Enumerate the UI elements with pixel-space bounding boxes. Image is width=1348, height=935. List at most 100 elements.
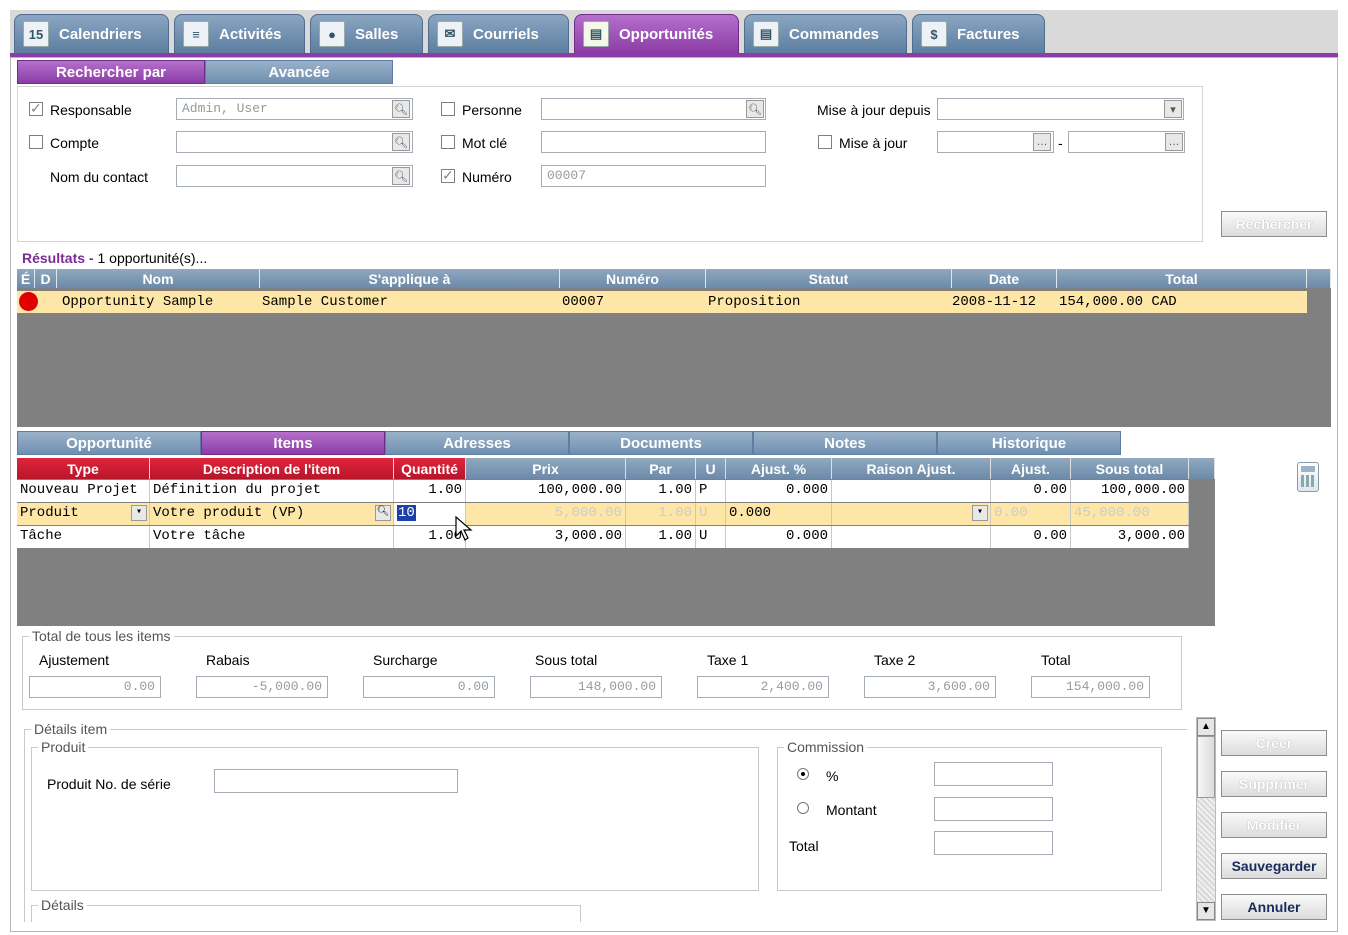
cell-date: 2008-11-12 — [952, 294, 1037, 310]
column-header-quantite[interactable]: Quantité — [394, 458, 466, 479]
column-header-d[interactable]: D — [35, 269, 57, 288]
taxe1-field: 2,400.00 — [697, 676, 829, 698]
maj-checkbox[interactable] — [818, 135, 832, 149]
cell-par[interactable]: 1.00 — [626, 503, 696, 525]
numero-checkbox[interactable] — [441, 167, 455, 184]
create-button[interactable]: Créer — [1221, 730, 1327, 756]
table-row[interactable]: Produit ▾ Votre produit (VP) 🔍︎ 10 5,000… — [17, 503, 1189, 525]
calendar-icon: 15 — [23, 21, 49, 47]
rechercher-button[interactable]: Rechercher — [1221, 211, 1327, 237]
type-select[interactable]: Produit ▾ — [17, 503, 150, 525]
responsable-checkbox[interactable] — [29, 100, 43, 117]
cell-prix: 3,000.00 — [466, 526, 626, 548]
tab-label: Courriels — [473, 25, 539, 43]
mot-cle-input[interactable] — [541, 131, 766, 153]
montant-radio[interactable] — [797, 802, 809, 814]
chevron-down-icon[interactable]: ▾ — [131, 505, 147, 521]
search-icon[interactable]: 🔍︎ — [392, 133, 410, 151]
column-header-type[interactable]: Type — [17, 458, 150, 479]
column-header-sous-total[interactable]: Sous total — [1071, 458, 1189, 479]
column-header-raison[interactable]: Raison Ajust. — [832, 458, 991, 479]
tab-opportunites[interactable]: ▤ Opportunités — [574, 14, 739, 54]
calculator-icon[interactable] — [1297, 462, 1319, 492]
personne-input[interactable] — [541, 98, 766, 120]
tab-salles[interactable]: ● Salles — [310, 14, 423, 54]
column-header-u[interactable]: U — [696, 458, 726, 479]
cell-u: U — [696, 526, 726, 548]
maj-depuis-select[interactable] — [937, 98, 1184, 120]
search-icon[interactable]: 🔍︎ — [392, 167, 410, 185]
column-header-numero[interactable]: Numéro — [560, 269, 706, 288]
date-picker-icon[interactable]: … — [1165, 133, 1183, 151]
tab-factures[interactable]: $ Factures — [912, 14, 1045, 54]
tab-courriels[interactable]: ✉ Courriels — [428, 14, 569, 54]
tab-activites[interactable]: ≡ Activités — [174, 14, 305, 54]
save-button[interactable]: Sauvegarder — [1221, 853, 1327, 879]
cell-par: 1.00 — [626, 526, 696, 548]
responsable-input[interactable]: Admin, User — [176, 98, 413, 120]
date-picker-icon[interactable]: … — [1033, 133, 1051, 151]
tab-historique[interactable]: Historique — [937, 431, 1121, 455]
column-header-total[interactable]: Total — [1057, 269, 1307, 288]
compte-input[interactable] — [176, 131, 413, 153]
column-header-applique[interactable]: S'applique à — [260, 269, 560, 288]
search-icon[interactable]: 🔍︎ — [375, 505, 391, 521]
column-header-date[interactable]: Date — [952, 269, 1057, 288]
mot-cle-checkbox[interactable] — [441, 135, 455, 149]
cell-sous-total: 3,000.00 — [1071, 526, 1189, 548]
chevron-down-icon[interactable]: ▾ — [972, 505, 988, 521]
percent-radio[interactable] — [797, 768, 809, 780]
column-header-par[interactable]: Par — [626, 458, 696, 479]
compte-label: Compte — [50, 135, 100, 151]
percent-input[interactable] — [934, 762, 1053, 786]
tab-commandes[interactable]: ▤ Commandes — [744, 14, 907, 54]
montant-input[interactable] — [934, 797, 1053, 821]
tab-documents[interactable]: Documents — [569, 431, 753, 455]
tab-opportunite[interactable]: Opportunité — [17, 431, 201, 455]
numero-input[interactable]: 00007 — [541, 165, 766, 187]
delete-button[interactable]: Supprimer — [1221, 771, 1327, 797]
table-row[interactable]: Tâche Votre tâche 1.00 3,000.00 1.00 U 0… — [17, 526, 1189, 548]
responsable-label: Responsable — [50, 102, 132, 118]
tab-label: Factures — [957, 25, 1020, 43]
cell-statut: Proposition — [708, 294, 801, 310]
modify-button[interactable]: Modifier — [1221, 812, 1327, 838]
tab-adresses[interactable]: Adresses — [385, 431, 569, 455]
details-scrollbar[interactable]: ▲ ▼ — [1196, 717, 1216, 921]
raison-select[interactable]: ▾ — [832, 503, 991, 525]
cell-prix[interactable]: 5,000.00 — [466, 503, 626, 525]
chevron-down-icon[interactable]: ▾ — [1164, 100, 1182, 118]
cell-ajust-pct[interactable]: 0.000 — [726, 503, 832, 525]
description-input[interactable]: Votre produit (VP) 🔍︎ — [150, 503, 394, 525]
table-row[interactable]: Opportunity Sample Sample Customer 00007… — [17, 291, 1307, 313]
scroll-up-icon[interactable]: ▲ — [1197, 718, 1215, 736]
tab-items[interactable]: Items — [201, 431, 385, 455]
tab-notes[interactable]: Notes — [753, 431, 937, 455]
column-header-e[interactable]: É — [17, 269, 35, 288]
cancel-button[interactable]: Annuler — [1221, 894, 1327, 920]
scroll-thumb[interactable] — [1197, 736, 1215, 798]
search-icon[interactable]: 🔍︎ — [746, 100, 764, 118]
personne-checkbox[interactable] — [441, 102, 455, 116]
cell-u[interactable]: U — [696, 503, 726, 525]
column-header-statut[interactable]: Statut — [706, 269, 952, 288]
results-separator: - — [85, 250, 98, 266]
column-header-ajust-pct[interactable]: Ajust. % — [726, 458, 832, 479]
scroll-down-icon[interactable]: ▼ — [1197, 902, 1215, 920]
commission-total-input[interactable] — [934, 831, 1053, 855]
column-header-nom[interactable]: Nom — [57, 269, 260, 288]
column-header-description[interactable]: Description de l'item — [150, 458, 394, 479]
search-icon[interactable]: 🔍︎ — [392, 100, 410, 118]
table-row[interactable]: Nouveau Projet Définition du projet 1.00… — [17, 480, 1189, 502]
column-header-prix[interactable]: Prix — [466, 458, 626, 479]
tab-rechercher-par[interactable]: Rechercher par — [17, 60, 205, 84]
column-header-ajust[interactable]: Ajust. — [991, 458, 1071, 479]
compte-checkbox[interactable] — [29, 135, 43, 149]
tab-avancee[interactable]: Avancée — [205, 60, 393, 84]
cell-ajust[interactable]: 0.00 — [991, 503, 1071, 525]
serial-input[interactable] — [214, 769, 458, 793]
nom-contact-input[interactable] — [176, 165, 413, 187]
percent-label: % — [826, 768, 839, 784]
maj-depuis-label: Mise à jour depuis — [817, 102, 931, 118]
tab-calendriers[interactable]: 15 Calendriers — [14, 14, 169, 54]
